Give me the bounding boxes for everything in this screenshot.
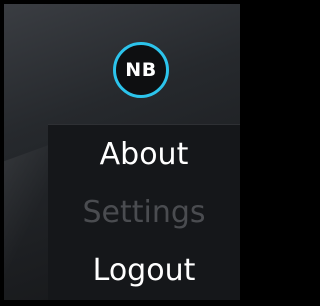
avatar-initials: NB: [125, 59, 157, 81]
user-dropdown-menu: About Settings Logout: [48, 124, 240, 300]
user-avatar-button[interactable]: NB: [113, 42, 169, 98]
menu-item-settings: Settings: [82, 195, 206, 230]
app-frame: NB About Settings Logout: [4, 4, 240, 300]
menu-item-about[interactable]: About: [48, 133, 240, 177]
menu-item-logout[interactable]: Logout: [48, 249, 240, 293]
